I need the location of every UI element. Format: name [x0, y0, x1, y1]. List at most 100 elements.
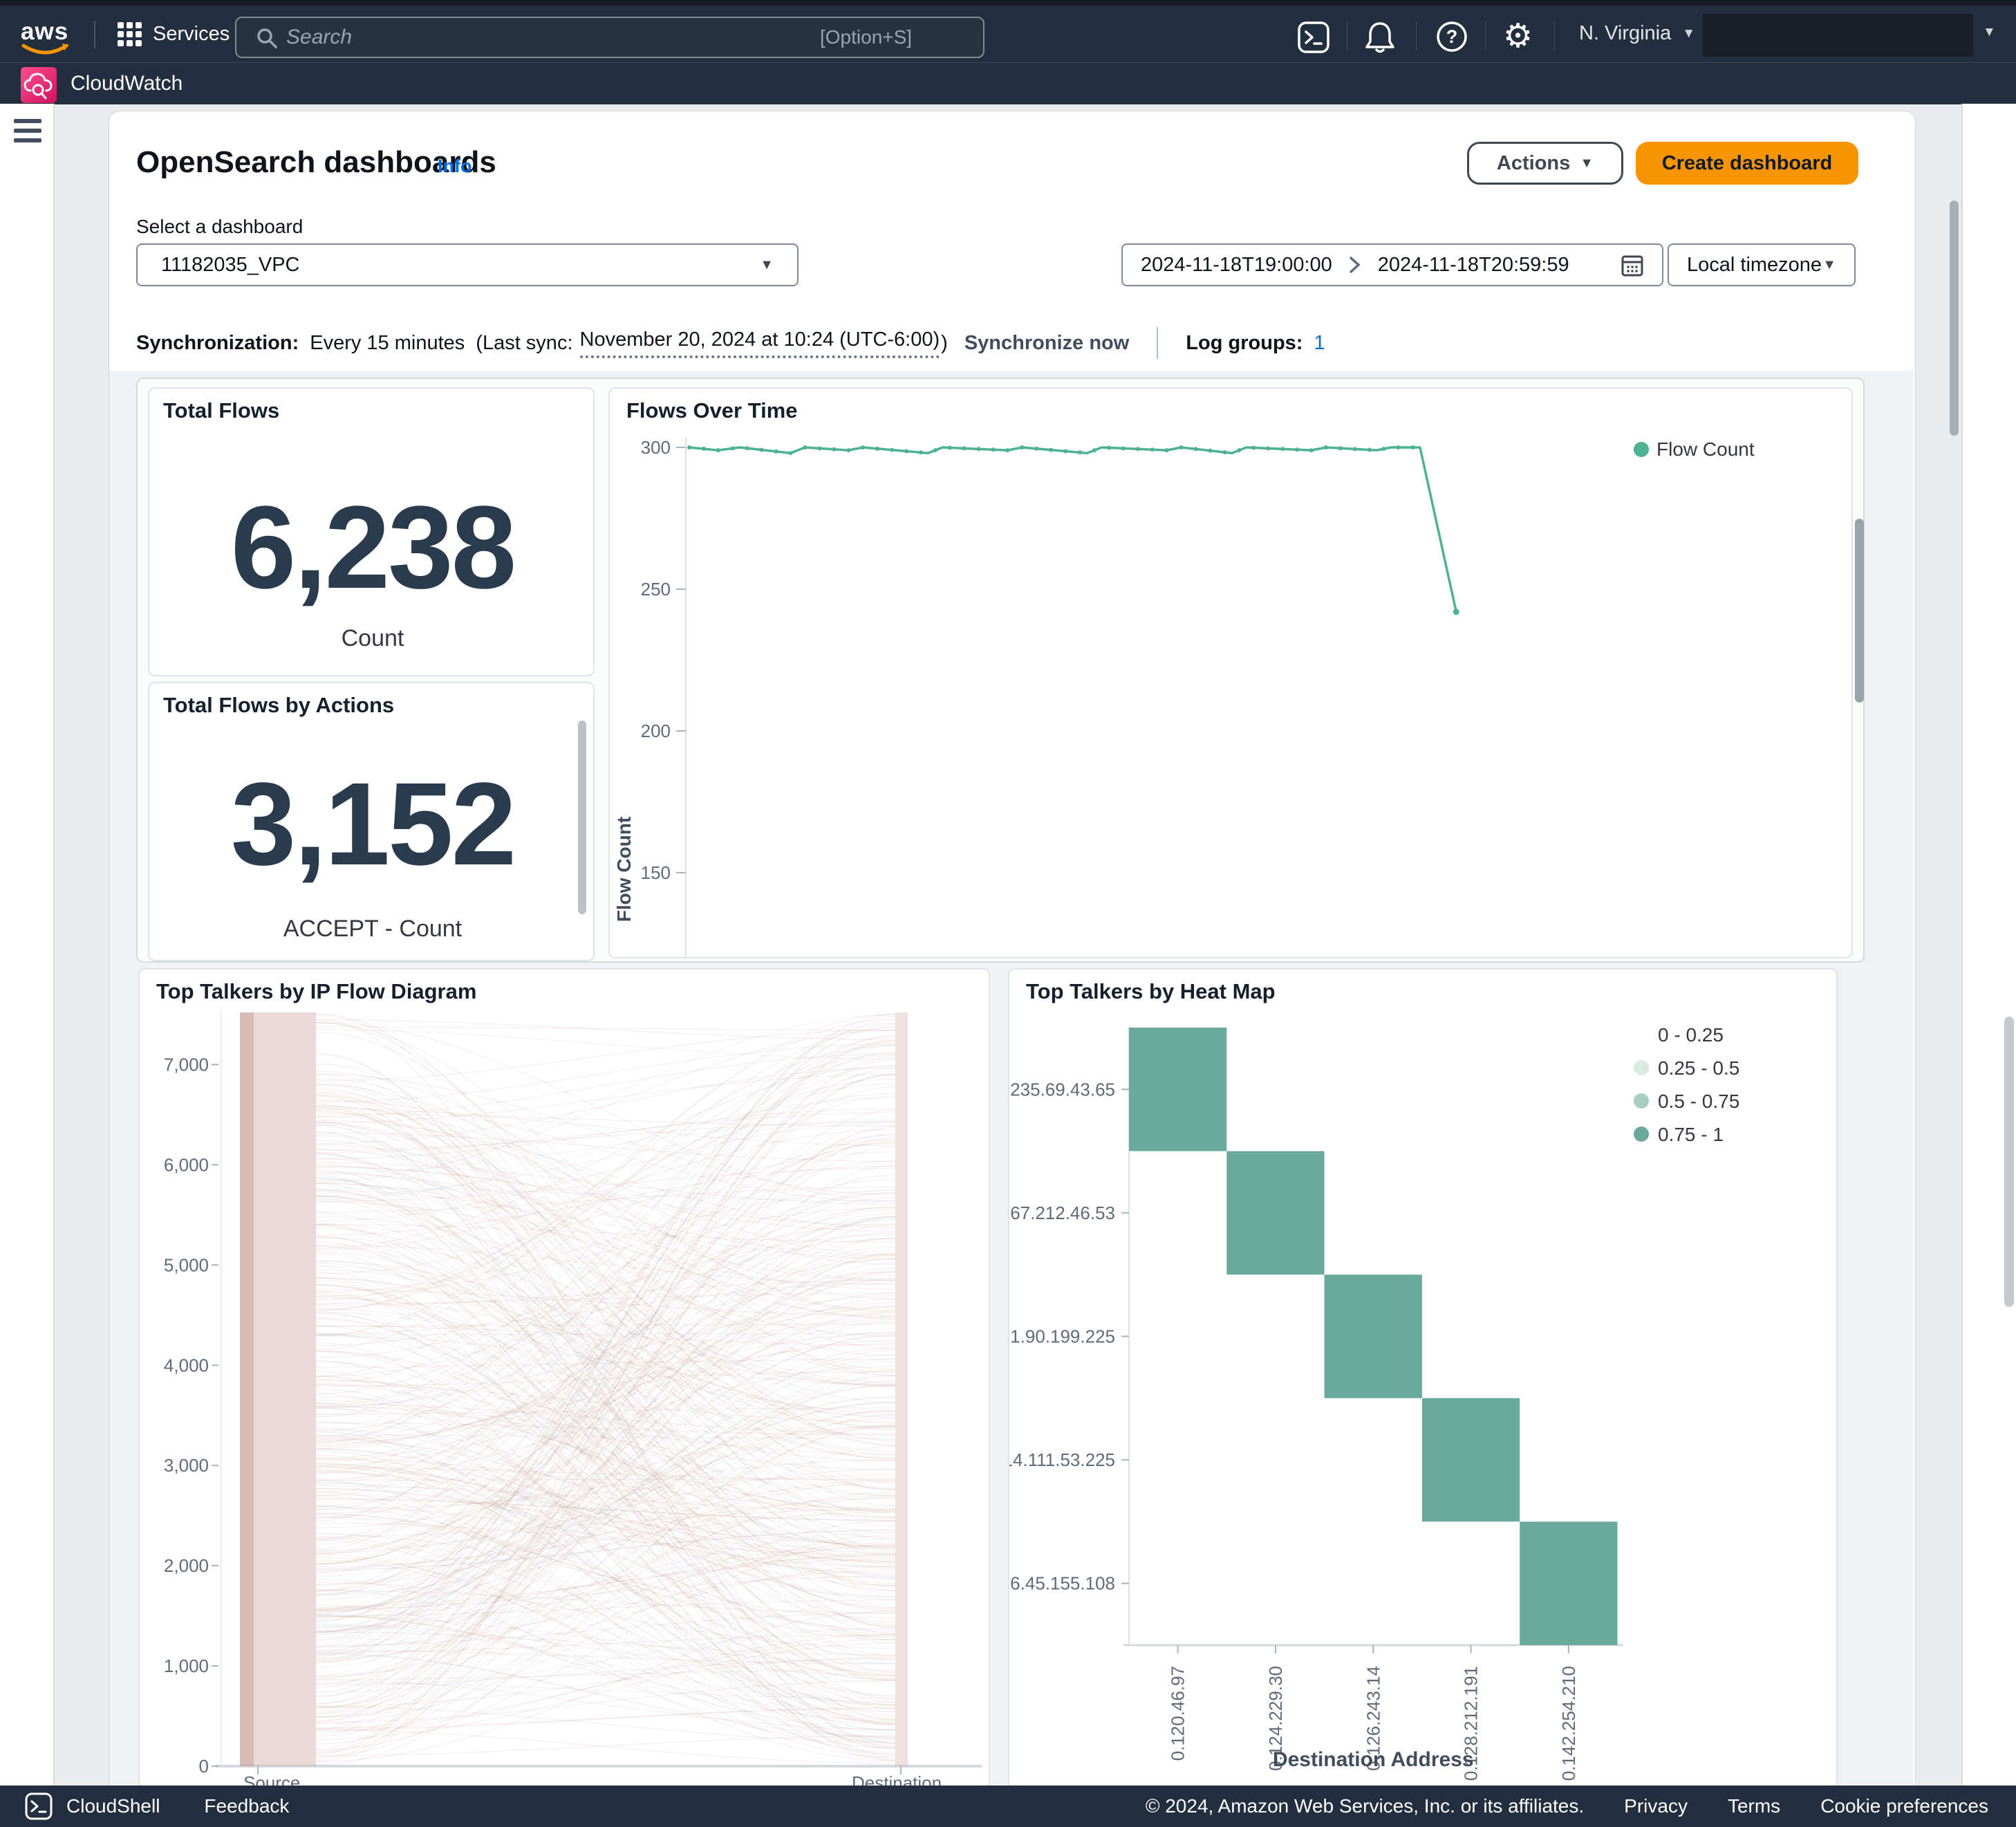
ip-flow-diagram-chart[interactable]: 01,0002,0003,0004,0005,0006,0007,000Sour…: [140, 970, 990, 1790]
date-start-value: 2024-11-18T19:00:00: [1141, 254, 1332, 277]
total-flows-title: Total Flows: [163, 398, 279, 423]
service-bar: CloudWatch: [0, 62, 2016, 104]
heat-map-chart[interactable]: 235.69.43.6567.212.46.53161.90.199.22514…: [1009, 970, 1838, 1790]
nav-separator: [1485, 21, 1486, 51]
svg-text:Flow Count: Flow Count: [1656, 438, 1755, 460]
svg-text:14.111.53.225: 14.111.53.225: [1009, 1449, 1115, 1470]
copyright-text: © 2024, Amazon Web Services, Inc. or its…: [1146, 1795, 1584, 1817]
feedback-link[interactable]: Feedback: [204, 1795, 289, 1817]
region-selector[interactable]: N. Virginia ▼: [1579, 22, 1695, 45]
privacy-link[interactable]: Privacy: [1624, 1795, 1688, 1817]
global-search-input[interactable]: Search [Option+S]: [235, 17, 984, 58]
help-icon[interactable]: ?: [1435, 20, 1468, 53]
aws-logo[interactable]: aws: [21, 18, 71, 58]
svg-text:7,000: 7,000: [164, 1054, 209, 1075]
embed-scrollbar[interactable]: [1855, 519, 1864, 703]
right-tools-rail: ?: [1961, 104, 2016, 1786]
chevron-down-icon: ▼: [1682, 26, 1695, 41]
cloudshell-link[interactable]: CloudShell: [66, 1795, 160, 1817]
date-end-value: 2024-11-18T20:59:59: [1378, 254, 1569, 277]
timezone-value: Local timezone: [1687, 254, 1822, 277]
info-link[interactable]: Info: [438, 156, 472, 177]
cloudshell-icon[interactable]: [1297, 21, 1330, 54]
svg-text:Destination Address: Destination Address: [1273, 1748, 1474, 1771]
sync-frequency: Every 15 minutes: [310, 332, 465, 355]
calendar-icon[interactable]: [1621, 252, 1644, 277]
svg-text:1,000: 1,000: [164, 1656, 209, 1676]
log-groups-count-link[interactable]: 1: [1314, 332, 1325, 355]
create-dashboard-label: Create dashboard: [1662, 152, 1833, 175]
create-dashboard-button[interactable]: Create dashboard: [1636, 142, 1858, 185]
log-groups-label: Log groups:: [1186, 332, 1303, 355]
total-flows-panel: Total Flows 6,238 Count: [148, 387, 595, 676]
accept-count-label: ACCEPT - Count: [149, 916, 595, 943]
window-scrollbar[interactable]: [2004, 1017, 2014, 1307]
services-menu[interactable]: Services: [118, 22, 230, 46]
chevron-down-icon: ▼: [760, 257, 774, 273]
flows-over-time-panel: Flows Over Time 05010015020025030019:151…: [608, 387, 1853, 958]
aws-smile-icon: [21, 43, 71, 58]
sync-separator: [1157, 327, 1158, 359]
date-range-input[interactable]: 2024-11-18T19:00:00 2024-11-18T20:59:59: [1121, 243, 1663, 286]
settings-gear-icon[interactable]: ⚙: [1503, 17, 1533, 55]
heat-map-panel: Top Talkers by Heat Map 235.69.43.6567.2…: [1008, 968, 1838, 1790]
clipped-next-value: 3,084: [149, 947, 595, 961]
cookie-preferences-link[interactable]: Cookie preferences: [1820, 1795, 1988, 1817]
svg-text:216.45.155.108: 216.45.155.108: [1009, 1573, 1115, 1594]
left-sidebar: [0, 104, 55, 1786]
svg-text:200: 200: [641, 721, 671, 741]
actions-button-label: Actions: [1497, 152, 1570, 175]
svg-text:6,000: 6,000: [164, 1154, 209, 1175]
svg-text:3,000: 3,000: [164, 1455, 209, 1476]
svg-text:235.69.43.65: 235.69.43.65: [1010, 1079, 1115, 1100]
nav-separator: [1554, 21, 1555, 51]
actions-button[interactable]: Actions ▼: [1467, 142, 1623, 185]
last-sync-prefix: (Last sync:: [476, 332, 572, 355]
svg-text:4,000: 4,000: [164, 1355, 209, 1375]
synchronize-now-link[interactable]: Synchronize now: [964, 332, 1129, 355]
terms-link[interactable]: Terms: [1728, 1795, 1780, 1817]
aws-logo-text: aws: [21, 18, 68, 45]
svg-text:0.142.254.210: 0.142.254.210: [1558, 1666, 1579, 1781]
hamburger-menu-icon[interactable]: [14, 119, 41, 148]
sync-label: Synchronization:: [136, 332, 299, 355]
region-label: N. Virginia: [1579, 22, 1671, 45]
dashboard-select-value: 11182035_VPC: [161, 254, 299, 277]
svg-text:0.75 - 1: 0.75 - 1: [1658, 1124, 1724, 1145]
flows-over-time-chart[interactable]: 05010015020025030019:1519:3019:4520:0020…: [610, 389, 1853, 958]
total-flows-by-actions-panel: Total Flows by Actions 3,152 ACCEPT - Co…: [148, 682, 595, 961]
cloudwatch-icon[interactable]: [21, 67, 57, 103]
notifications-bell-icon[interactable]: [1363, 19, 1397, 54]
total-flows-metric-label: Count: [149, 625, 595, 652]
account-menu-redacted[interactable]: [1702, 14, 1973, 57]
synchronization-row: Synchronization: Every 15 minutes (Last …: [136, 324, 1325, 362]
last-sync-suffix: ): [941, 332, 948, 355]
search-placeholder: Search: [286, 26, 352, 49]
aws-top-nav: aws Services Search [Option+S]: [0, 6, 2016, 62]
cloudshell-footer-icon[interactable]: [25, 1792, 53, 1820]
console-footer: CloudShell Feedback © 2024, Amazon Web S…: [0, 1786, 2016, 1827]
panel-scrollbar[interactable]: [578, 721, 586, 914]
svg-text:5,000: 5,000: [164, 1254, 209, 1275]
timezone-select[interactable]: Local timezone ▼: [1668, 243, 1856, 286]
svg-text:0.5 - 0.75: 0.5 - 0.75: [1658, 1091, 1739, 1112]
dashboard-select[interactable]: 11182035_VPC ▼: [136, 243, 799, 286]
nav-separator: [1416, 21, 1417, 51]
chevron-down-icon: ▼: [1822, 257, 1836, 273]
total-flows-by-actions-title: Total Flows by Actions: [163, 693, 394, 718]
last-sync-value: November 20, 2024 at 10:24 (UTC-6:00): [580, 328, 940, 358]
svg-text:2,000: 2,000: [164, 1555, 209, 1576]
svg-text:0: 0: [199, 1756, 209, 1777]
account-chevron-down-icon[interactable]: ▼: [1983, 25, 1996, 40]
ip-flow-diagram-panel: Top Talkers by IP Flow Diagram 01,0002,0…: [138, 968, 990, 1790]
svg-text:?: ?: [1446, 26, 1458, 47]
nav-divider: [94, 21, 95, 48]
browser-top-strip: [0, 0, 2016, 6]
svg-text:0.25 - 0.5: 0.25 - 0.5: [1658, 1057, 1739, 1079]
svg-text:161.90.199.225: 161.90.199.225: [1009, 1326, 1115, 1347]
search-icon: [256, 27, 278, 49]
breadcrumb-service[interactable]: CloudWatch: [71, 72, 183, 95]
svg-text:150: 150: [641, 862, 671, 883]
page-scrollbar[interactable]: [1950, 201, 1959, 436]
services-label: Services: [153, 23, 230, 46]
